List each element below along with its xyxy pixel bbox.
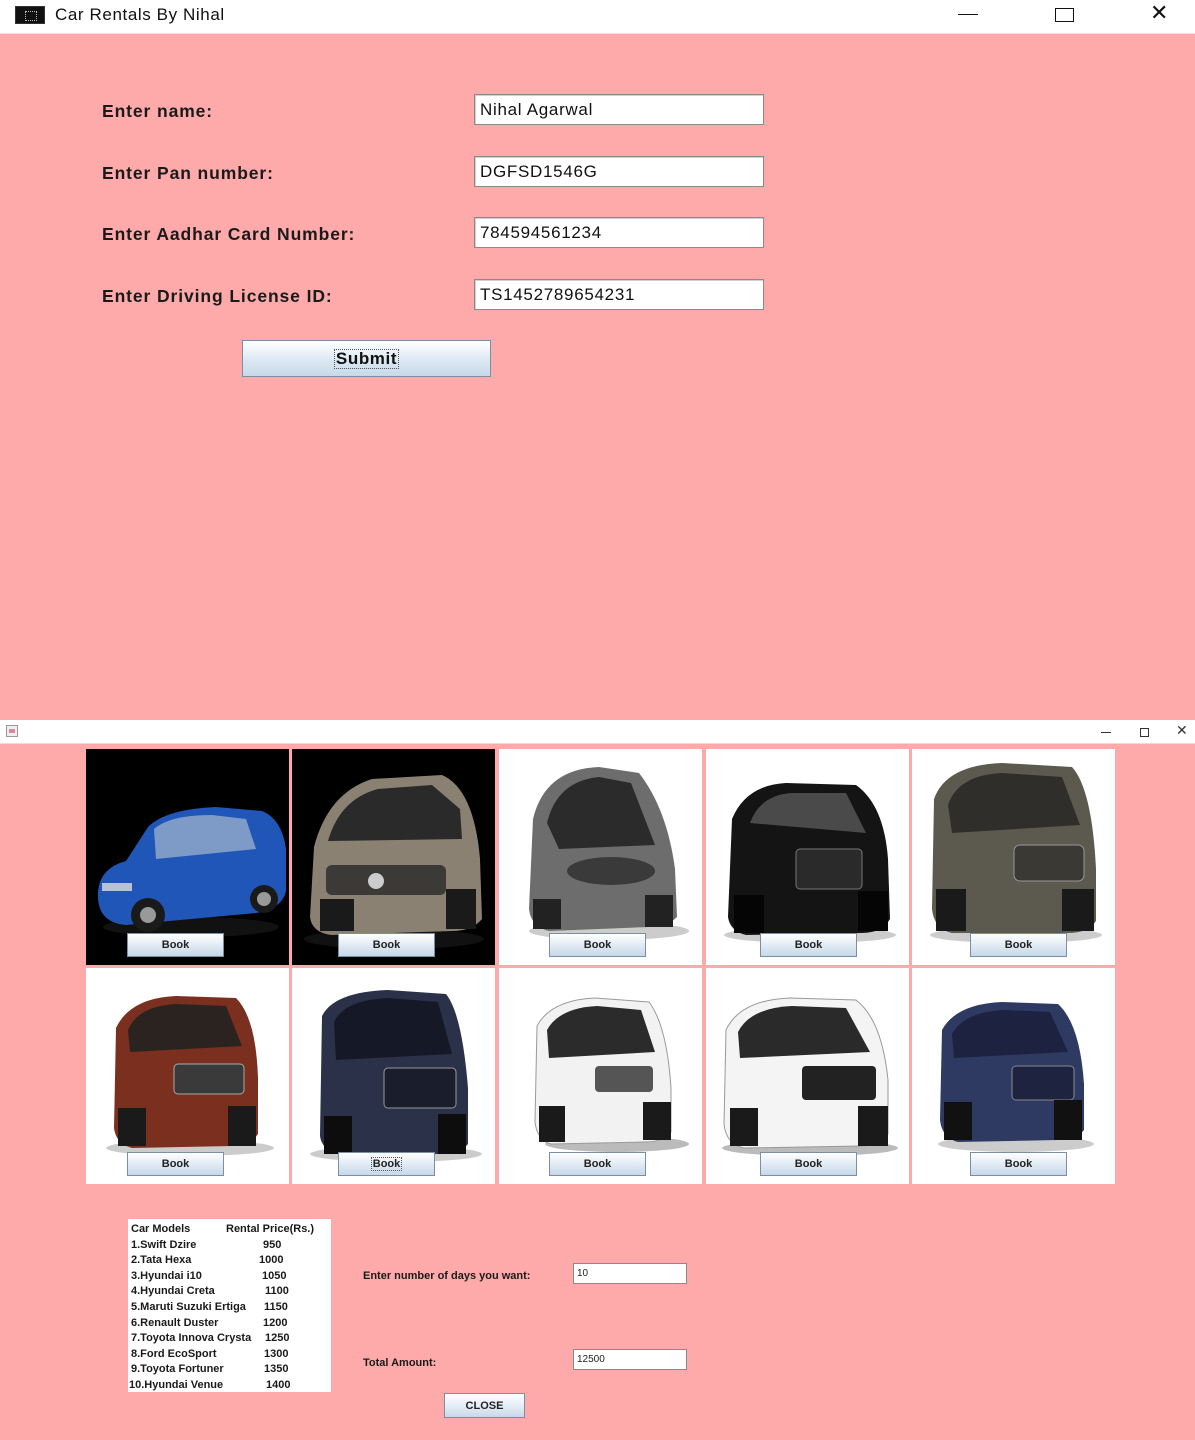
submit-button[interactable]: Submit [242,340,491,377]
car-card: Book [86,749,289,965]
car-card: Book [912,968,1115,1184]
price-header: Rental Price(Rs.) [226,1223,315,1235]
book-button[interactable]: Book [760,1152,857,1176]
close-icon[interactable]: ✕ [1176,723,1188,739]
title-bar[interactable]: Car Rentals By Nihal ✕ [0,0,1195,34]
book-button[interactable]: Book [549,1152,646,1176]
pan-input[interactable] [474,156,764,187]
window-title: Car Rentals By Nihal [55,5,225,24]
pan-label: Enter Pan number: [102,163,274,183]
aadhar-input[interactable] [474,217,764,248]
car-card: Book [499,749,702,965]
customer-details-window: Car Rentals By Nihal ✕ Enter name: Enter… [0,0,1195,718]
car-card: Book [706,749,909,965]
list-item: 2.Tata Hexa 1000 [131,1254,284,1267]
booking-window: ✕ Book Book Book Book Book Book Book Boo… [0,718,1195,1440]
list-item: 6.Renault Duster 1200 [131,1316,288,1329]
minimize-icon[interactable] [1101,732,1111,733]
list-item: 9.Toyota Fortuner 1350 [131,1363,289,1376]
title-bar[interactable]: ✕ [0,720,1195,744]
car-grid: Book Book Book Book Book Book Book Book … [86,749,1115,1185]
license-input[interactable] [474,279,764,310]
total-amount-field[interactable] [573,1349,687,1370]
total-label: Total Amount: [363,1357,437,1369]
close-button[interactable]: CLOSE [444,1393,525,1418]
list-item: 7.Toyota Innova Crysta 1250 [131,1332,290,1345]
maximize-icon[interactable] [1140,728,1149,737]
aadhar-label: Enter Aadhar Card Number: [102,224,356,244]
days-label: Enter number of days you want: [363,1270,531,1282]
days-input[interactable] [573,1263,687,1284]
book-button[interactable]: Book [970,933,1067,957]
name-label: Enter name: [102,101,214,121]
car-card: Book [292,749,495,965]
car-card: Book [706,968,909,1184]
app-icon [15,6,45,24]
price-list: Car Models Rental Price(Rs.) 1.Swift Dzi… [128,1219,331,1392]
book-button[interactable]: Book [338,933,435,957]
book-button[interactable]: Book [760,933,857,957]
book-button[interactable]: Book [127,933,224,957]
car-card: Book [499,968,702,1184]
book-button[interactable]: Book [127,1152,224,1176]
close-icon[interactable]: ✕ [1150,2,1168,26]
book-button[interactable]: Book [970,1152,1067,1176]
list-item: 8.Ford EcoSport 1300 [131,1347,289,1360]
list-item: 4.Hyundai Creta 1100 [131,1285,289,1298]
license-label: Enter Driving License ID: [102,286,333,306]
list-item: 1.Swift Dzire 950 [131,1238,282,1251]
car-card: Book [912,749,1115,965]
list-item: 5.Maruti Suzuki Ertiga 1150 [131,1300,288,1313]
app-icon [6,725,18,737]
book-button[interactable]: Book [549,933,646,957]
minimize-icon[interactable] [958,0,980,30]
models-header: Car Models [131,1223,191,1235]
price-list-header: Car Models Rental Price(Rs.) [131,1222,328,1238]
name-input[interactable] [474,94,764,125]
book-button[interactable]: Book [338,1152,435,1176]
list-item: 10.Hyundai Venue 1400 [129,1378,291,1391]
car-card: Book [292,968,495,1184]
car-card: Book [86,968,289,1184]
list-item: 3.Hyundai i10 1050 [131,1269,287,1282]
maximize-icon[interactable] [1055,8,1074,22]
submit-label: Submit [333,348,400,369]
